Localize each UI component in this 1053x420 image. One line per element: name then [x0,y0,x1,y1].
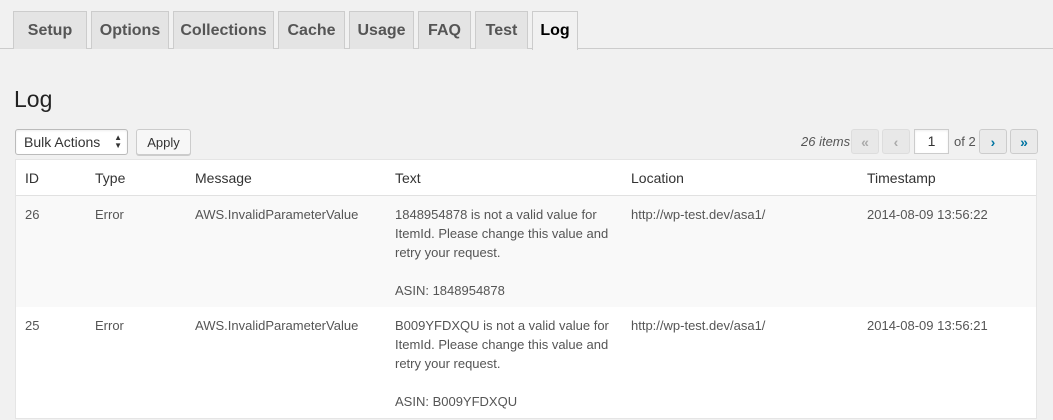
cell-type: Error [95,318,124,333]
tab-options[interactable]: Options [91,11,169,49]
column-header-text[interactable]: Text [395,170,421,186]
select-arrows-icon: ▲ ▼ [114,133,122,150]
cell-id: 26 [25,207,40,222]
current-page-input[interactable]: 1 [914,129,949,154]
prev-page-button[interactable]: ‹ [882,129,910,154]
column-header-location[interactable]: Location [631,170,684,186]
bulk-actions-selected: Bulk Actions [24,134,101,150]
column-header-type[interactable]: Type [95,170,125,186]
items-count: 26 items [801,134,851,149]
total-pages: of 2 [954,134,976,149]
column-header-id[interactable]: ID [25,170,39,186]
cell-timestamp: 2014-08-09 13:56:21 [867,318,988,333]
cell-timestamp: 2014-08-09 13:56:22 [867,207,988,222]
cell-message: AWS.InvalidParameterValue [195,207,359,222]
bulk-actions-select[interactable]: Bulk Actions ▲ ▼ [15,129,128,155]
cell-location: http://wp-test.dev/asa1/ [631,207,766,222]
cell-text: B009YFDXQU is not a valid value for Item… [395,318,609,371]
cell-text: 1848954878 is not a valid value for Item… [395,207,609,260]
cell-asin: ASIN: 1848954878 [395,283,505,298]
cell-asin: ASIN: B009YFDXQU [395,394,518,409]
column-header-message[interactable]: Message [195,170,252,186]
tab-test[interactable]: Test [475,11,528,49]
tab-cache[interactable]: Cache [278,11,345,49]
page-title: Log [14,86,53,112]
log-table: ID Type Message Text Location Timestamp … [15,159,1037,419]
tab-collections[interactable]: Collections [173,11,274,49]
table-row: 26 Error AWS.InvalidParameterValue 18489… [16,196,1036,307]
table-row: 25 Error AWS.InvalidParameterValue B009Y… [16,307,1036,420]
cell-location: http://wp-test.dev/asa1/ [631,318,766,333]
table-header: ID Type Message Text Location Timestamp [16,160,1036,196]
first-page-button[interactable]: « [851,129,879,154]
apply-button[interactable]: Apply [136,129,191,155]
next-page-button[interactable]: › [979,129,1007,154]
tab-log[interactable]: Log [532,11,578,50]
cell-id: 25 [25,318,40,333]
tab-usage[interactable]: Usage [349,11,414,49]
cell-type: Error [95,207,124,222]
tab-faq[interactable]: FAQ [418,11,471,49]
last-page-button[interactable]: » [1010,129,1038,154]
tab-setup[interactable]: Setup [13,11,87,49]
cell-message: AWS.InvalidParameterValue [195,318,359,333]
column-header-timestamp[interactable]: Timestamp [867,170,936,186]
tab-bar: Setup Options Collections Cache Usage FA… [0,0,1053,50]
